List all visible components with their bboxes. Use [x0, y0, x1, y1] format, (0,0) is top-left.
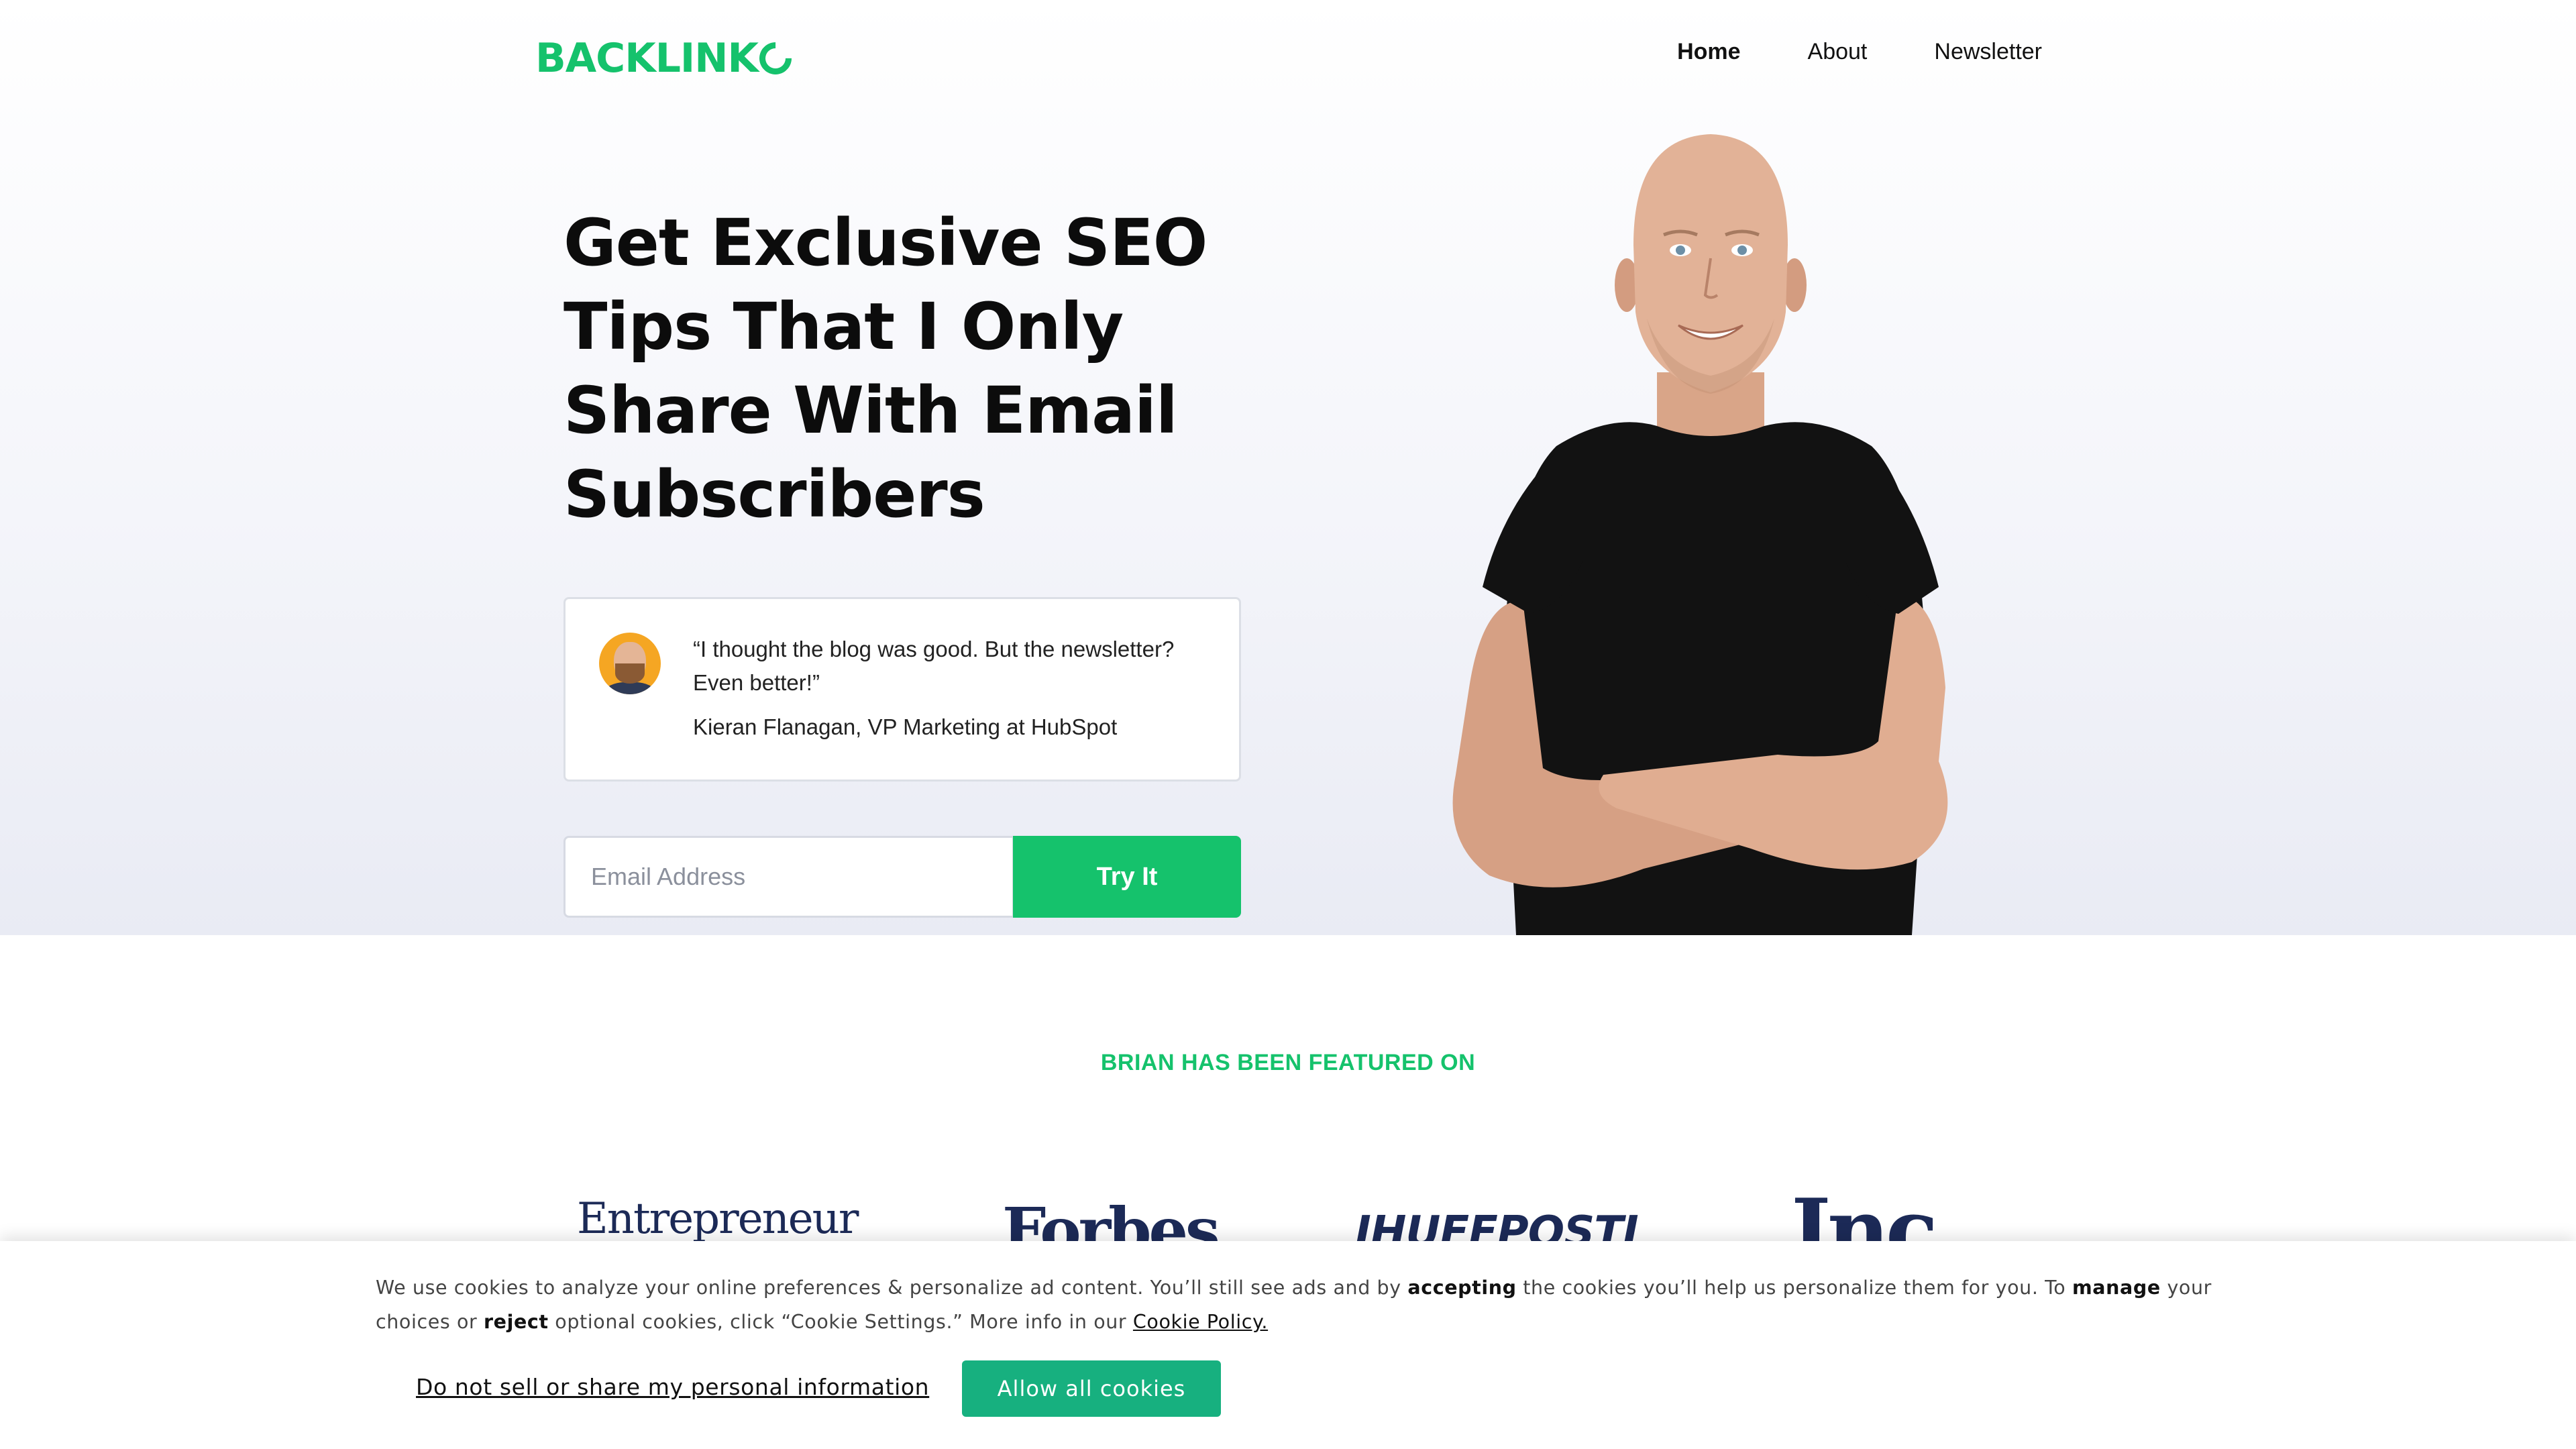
try-it-button[interactable]: Try It: [1013, 836, 1241, 918]
featured-label: BRIAN HAS BEEN FEATURED ON: [1100, 1050, 1476, 1075]
main-nav: Home About Newsletter: [1677, 39, 2042, 65]
testimonial-card: “I thought the blog was good. But the ne…: [564, 597, 1241, 782]
signup-form: Try It: [564, 836, 1241, 918]
do-not-sell-link[interactable]: Do not sell or share my personal informa…: [416, 1374, 929, 1400]
logo-o-ring-icon: [753, 36, 798, 81]
author-photo: [1452, 134, 1948, 935]
testimonial-quote: “I thought the blog was good. But the ne…: [693, 637, 1175, 695]
backlinko-logo[interactable]: BACKLINK: [535, 35, 798, 82]
nav-home-link[interactable]: Home: [1677, 39, 1740, 65]
cookie-message: We use cookies to analyze your online pr…: [376, 1277, 2212, 1333]
hero-section: Get Exclusive SEO Tips That I Only Share…: [0, 0, 2576, 935]
cookie-policy-link[interactable]: Cookie Policy.: [1133, 1311, 1268, 1333]
hero-headline: Get Exclusive SEO Tips That I Only Share…: [564, 205, 1208, 532]
testimonial-author: Kieran Flanagan, VP Marketing at HubSpot: [693, 714, 1118, 739]
nav-newsletter-link[interactable]: Newsletter: [1934, 39, 2042, 65]
testimonial-avatar: [599, 633, 661, 694]
email-input[interactable]: [564, 836, 1014, 918]
top-navigation: BACKLINK Home About Newsletter: [0, 0, 2576, 107]
nav-about-link[interactable]: About: [1808, 39, 1868, 65]
cookie-banner: We use cookies to analyze your online pr…: [0, 1241, 2576, 1449]
allow-all-cookies-button[interactable]: Allow all cookies: [962, 1360, 1221, 1417]
entrepreneur-logo: Entrepreneur: [577, 1194, 859, 1244]
